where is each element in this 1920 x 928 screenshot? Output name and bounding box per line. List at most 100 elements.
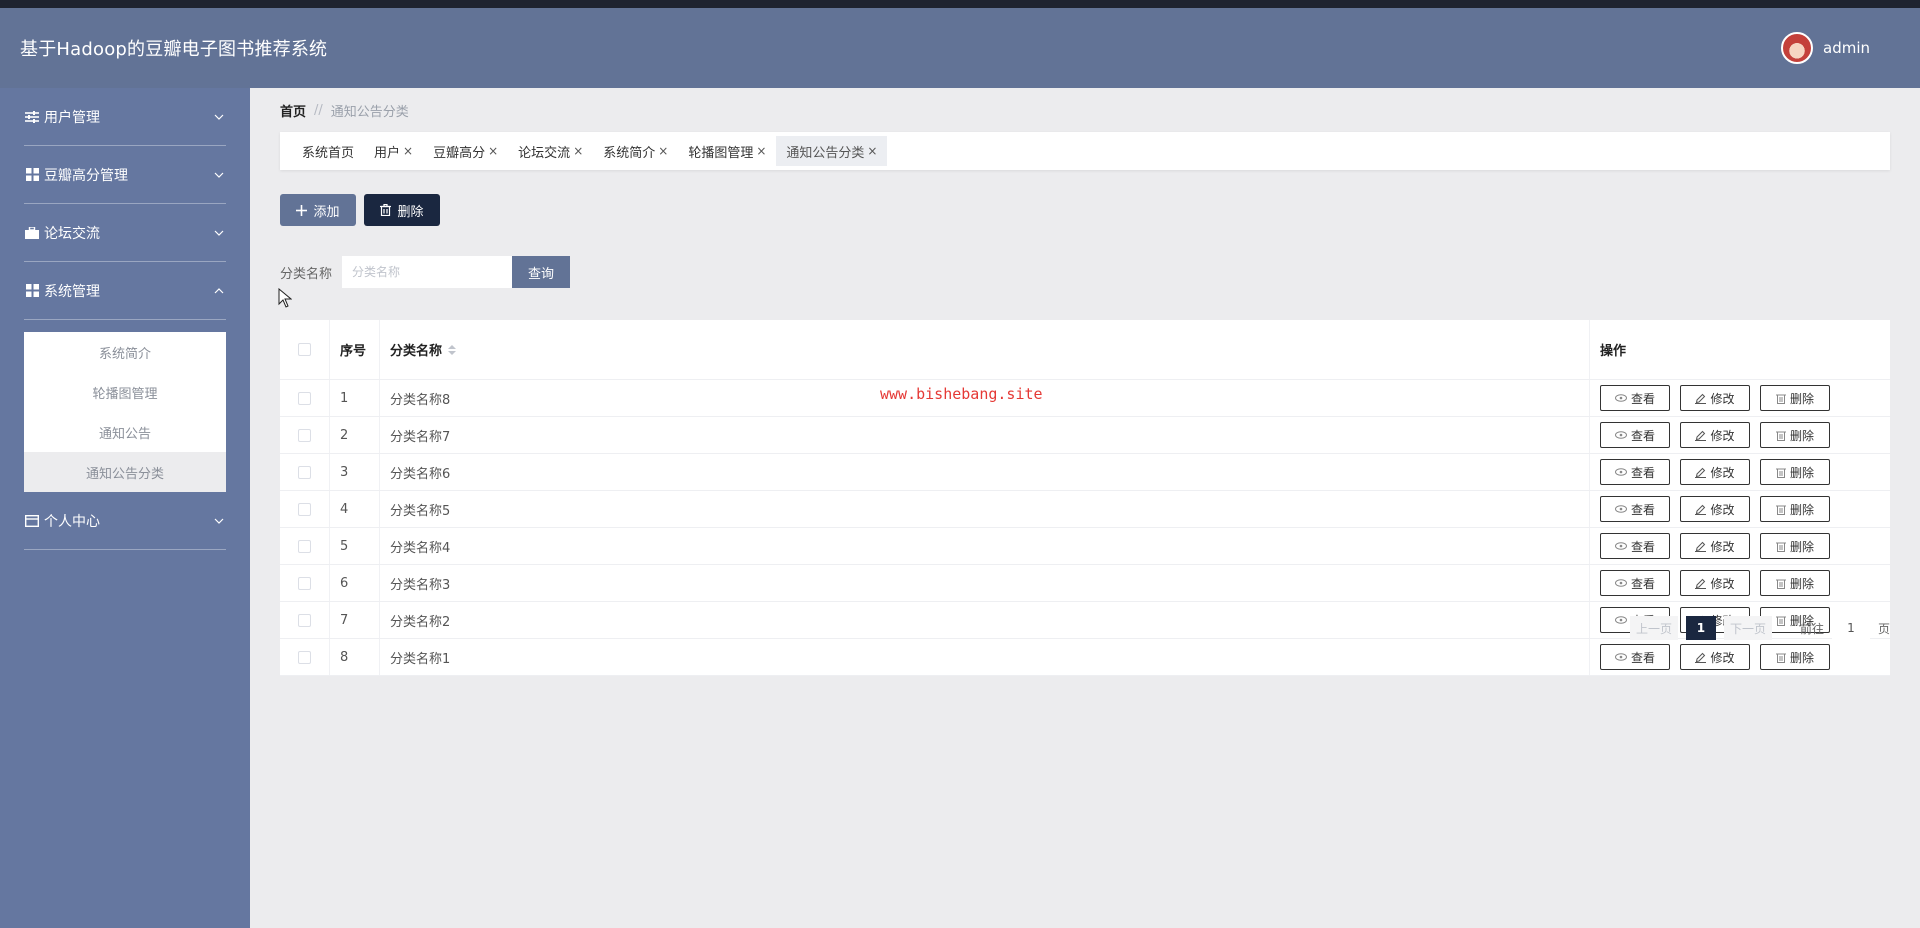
close-icon[interactable]: × (573, 144, 583, 158)
delete-label: 删除 (1789, 428, 1814, 443)
view-button[interactable]: 查看 (1600, 644, 1670, 670)
sidebar-item-system-management[interactable]: 系统管理 (24, 262, 226, 320)
avatar[interactable] (1781, 32, 1813, 64)
sidebar-item-douban-high-score[interactable]: 豆瓣高分管理 (24, 146, 226, 204)
edit-button[interactable]: 修改 (1680, 385, 1750, 411)
delete-button[interactable]: 删除 (1760, 422, 1830, 448)
sidebar-item-personal-center[interactable]: 个人中心 (24, 492, 226, 550)
edit-button[interactable]: 修改 (1680, 422, 1750, 448)
row-checkbox[interactable] (298, 539, 311, 553)
row-name: 分类名称3 (380, 565, 1590, 601)
row-checkbox[interactable] (298, 613, 311, 627)
user-menu[interactable]: admin (1781, 32, 1870, 64)
row-actions: 查看 修改 删除 (1590, 417, 1890, 453)
batch-delete-button[interactable]: 删除 (364, 194, 440, 226)
eye-icon (1614, 542, 1627, 550)
select-all-checkbox[interactable] (298, 343, 311, 356)
chevron-down-icon (212, 226, 226, 240)
trash-icon (1775, 653, 1786, 663)
view-button[interactable]: 查看 (1600, 533, 1670, 559)
eye-icon (1614, 468, 1627, 476)
page-number[interactable]: 1 (1685, 616, 1716, 640)
table-row: 2 分类名称7 查看 修改 删除 (280, 417, 1890, 454)
row-checkbox[interactable] (298, 465, 311, 479)
row-actions: 查看 修改 删除 (1590, 565, 1890, 601)
chevron-down-icon (212, 168, 226, 182)
row-name: 分类名称2 (380, 602, 1590, 638)
tab-douban[interactable]: 豆瓣高分 × (423, 136, 508, 166)
row-checkbox-cell (280, 602, 330, 638)
tab-home[interactable]: 系统首页 (292, 136, 364, 166)
row-checkbox[interactable] (298, 502, 311, 516)
view-label: 查看 (1630, 650, 1655, 665)
row-checkbox-cell (280, 491, 330, 527)
prev-page-button[interactable]: 上一页 (1629, 616, 1678, 640)
edit-button[interactable]: 修改 (1680, 496, 1750, 522)
sidebar-item-system-intro[interactable]: 系统简介 (24, 332, 226, 372)
edit-label: 修改 (1710, 428, 1735, 443)
view-button[interactable]: 查看 (1600, 422, 1670, 448)
row-name: 分类名称4 (380, 528, 1590, 564)
view-button[interactable]: 查看 (1600, 385, 1670, 411)
row-actions: 查看 修改 删除 (1590, 454, 1890, 490)
next-page-button[interactable]: 下一页 (1723, 616, 1772, 640)
add-button[interactable]: 添加 (280, 194, 356, 226)
close-icon[interactable]: × (488, 144, 498, 158)
breadcrumb-home[interactable]: 首页 (280, 101, 306, 120)
row-checkbox[interactable] (298, 650, 311, 664)
sort-icon[interactable] (448, 344, 457, 355)
tab-carousel[interactable]: 轮播图管理 × (678, 136, 776, 166)
header-checkbox-cell (280, 320, 330, 379)
header-name[interactable]: 分类名称 (380, 320, 1590, 379)
header-ops: 操作 (1600, 344, 1627, 359)
row-checkbox[interactable] (298, 391, 311, 405)
delete-button[interactable]: 删除 (1760, 570, 1830, 596)
view-button[interactable]: 查看 (1600, 570, 1670, 596)
row-checkbox-cell (280, 454, 330, 490)
sidebar-item-forum[interactable]: 论坛交流 (24, 204, 226, 262)
sidebar-item-user-management[interactable]: 用户管理 (24, 88, 226, 146)
delete-button[interactable]: 删除 (1760, 385, 1830, 411)
edit-button[interactable]: 修改 (1680, 644, 1750, 670)
tab-system-intro[interactable]: 系统简介 × (593, 136, 678, 166)
header-index: 序号 (330, 320, 380, 379)
tab-notice-category[interactable]: 通知公告分类 × (776, 136, 888, 166)
edit-label: 修改 (1710, 502, 1735, 517)
user-name[interactable]: admin (1823, 39, 1870, 57)
sidebar-item-label: 用户管理 (44, 109, 100, 126)
tab-users[interactable]: 用户 × (364, 136, 423, 166)
close-icon[interactable]: × (756, 144, 766, 158)
query-button[interactable]: 查询 (512, 256, 571, 288)
delete-button[interactable]: 删除 (1760, 496, 1830, 522)
goto-label: 前往 (1799, 621, 1824, 636)
tab-forum[interactable]: 论坛交流 × (508, 136, 593, 166)
search-input[interactable] (342, 256, 513, 288)
edit-label: 修改 (1710, 650, 1735, 665)
sidebar-item-notice-category[interactable]: 通知公告分类 (24, 452, 226, 492)
row-checkbox-cell (280, 565, 330, 601)
delete-button[interactable]: 删除 (1760, 533, 1830, 559)
trash-icon (1775, 468, 1786, 478)
view-button[interactable]: 查看 (1600, 459, 1670, 485)
row-checkbox[interactable] (298, 428, 311, 442)
top-bar: 基于Hadoop的豆瓣电子图书推荐系统 admin (0, 8, 1920, 88)
edit-button[interactable]: 修改 (1680, 533, 1750, 559)
edit-button[interactable]: 修改 (1680, 570, 1750, 596)
sidebar-group-forum: 论坛交流 (0, 204, 250, 262)
sidebar-item-carousel[interactable]: 轮播图管理 (24, 372, 226, 412)
sidebar-item-label: 论坛交流 (44, 225, 100, 242)
row-name: 分类名称7 (380, 417, 1590, 453)
delete-button[interactable]: 删除 (1760, 459, 1830, 485)
sidebar-item-notice[interactable]: 通知公告 (24, 412, 226, 452)
view-button[interactable]: 查看 (1600, 496, 1670, 522)
close-icon[interactable]: × (658, 144, 668, 158)
row-checkbox[interactable] (298, 576, 311, 590)
delete-button[interactable]: 删除 (1760, 644, 1830, 670)
goto-page-input[interactable]: 1 (1831, 616, 1870, 640)
view-label: 查看 (1630, 576, 1655, 591)
close-icon[interactable]: × (403, 144, 413, 158)
table-header: 序号 分类名称 操作 (280, 320, 1890, 380)
breadcrumb-current: 通知公告分类 (330, 104, 409, 120)
close-icon[interactable]: × (867, 144, 877, 158)
edit-button[interactable]: 修改 (1680, 459, 1750, 485)
